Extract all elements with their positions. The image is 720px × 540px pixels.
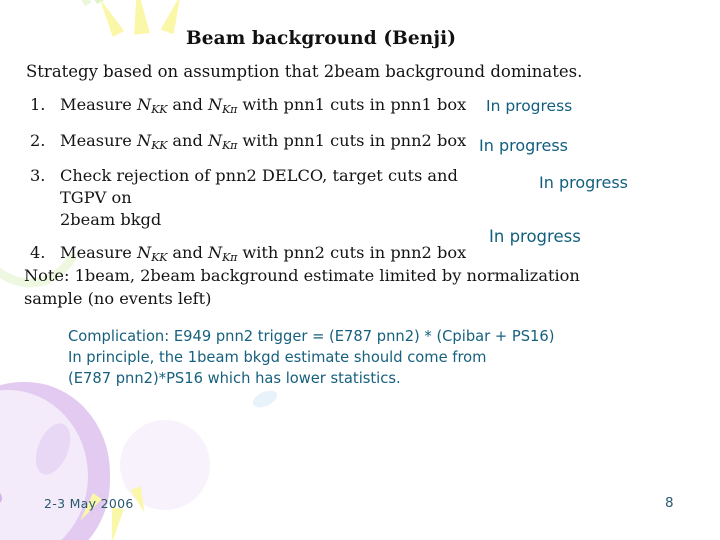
list-item-number: 1. [30, 95, 46, 114]
item-middle: and [167, 130, 208, 150]
item-second-line: 2beam bkgd [60, 209, 162, 229]
item-prefix: Measure [60, 95, 138, 114]
status-badge-item1: In progress [486, 97, 573, 115]
list-item: 3. Check rejection of pnn2 DELCO, target… [30, 165, 500, 230]
task-list: 1. Measure NKK and NKπ with pnn1 cuts in… [30, 94, 500, 278]
math-variable-n: N [207, 243, 223, 263]
status-badge-item2: In progress [479, 136, 569, 155]
math-variable-n: N [137, 243, 152, 263]
complication-text: Complication: E949 pnn2 trigger = (E787 … [68, 328, 555, 387]
item-prefix: Measure [60, 243, 138, 263]
item-suffix: with pnn2 cuts in pnn2 box [237, 243, 467, 263]
item-prefix: Measure [60, 130, 138, 150]
math-subscript: Kπ [222, 138, 238, 152]
item-prefix: Check rejection of pnn2 DELCO, target cu… [60, 166, 458, 207]
math-subscript: KK [151, 251, 168, 265]
math-variable-n: N [207, 95, 223, 114]
item-middle: and [167, 95, 208, 114]
list-item-number: 4. [30, 243, 46, 263]
status-badge-item3: In progress [539, 173, 629, 192]
footer-date: 2-3 May 2006 [44, 496, 134, 511]
list-item-text: Measure NKK and NKπ with pnn1 cuts in pn… [60, 94, 500, 118]
math-subscript: Kπ [222, 251, 238, 265]
math-variable-n: N [137, 130, 152, 150]
item-middle: and [167, 243, 208, 263]
math-variable-n: N [137, 95, 152, 114]
list-item-text: Measure NKK and NKπ with pnn1 cuts in pn… [60, 130, 500, 154]
slide-content: Beam background (Benji) Strategy based o… [0, 0, 720, 540]
list-item-number: 3. [30, 166, 46, 186]
footer-page-number: 8 [665, 495, 674, 511]
math-subscript: KK [151, 103, 168, 117]
math-subscript: KK [151, 138, 168, 152]
math-variable-n: N [207, 130, 223, 150]
note-text: Note: 1beam, 2beam background estimate l… [24, 266, 580, 308]
item-suffix: with pnn1 cuts in pnn1 box [237, 95, 467, 114]
list-item-text: Measure NKK and NKπ with pnn2 cuts in pn… [60, 242, 500, 266]
slide-title: Beam background (Benji) [186, 28, 457, 49]
list-item-text: Check rejection of pnn2 DELCO, target cu… [60, 165, 500, 230]
list-item: 2. Measure NKK and NKπ with pnn1 cuts in… [30, 130, 500, 154]
strategy-statement: Strategy based on assumption that 2beam … [26, 62, 583, 81]
list-item: 1. Measure NKK and NKπ with pnn1 cuts in… [30, 94, 500, 118]
status-badge-item4: In progress [489, 227, 581, 246]
list-item: 4. Measure NKK and NKπ with pnn2 cuts in… [30, 242, 500, 266]
slide-canvas: Beam background (Benji) Strategy based o… [0, 0, 720, 540]
math-subscript: Kπ [222, 103, 238, 117]
list-item-number: 2. [30, 130, 46, 150]
item-suffix: with pnn1 cuts in pnn2 box [237, 130, 467, 150]
